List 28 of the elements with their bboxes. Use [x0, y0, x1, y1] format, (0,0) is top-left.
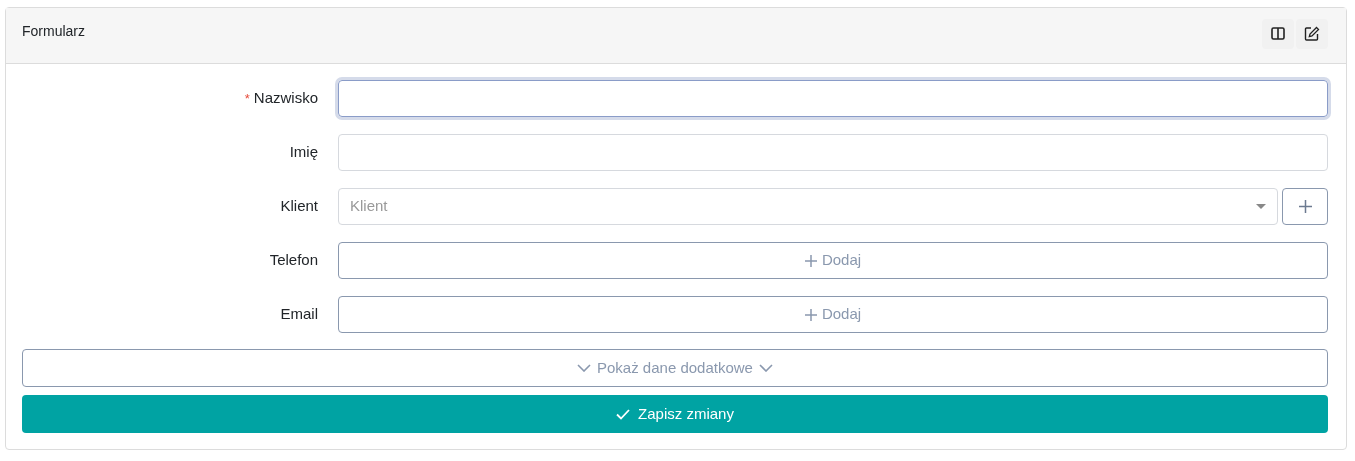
- dropdown-caret-icon: [1256, 204, 1266, 209]
- save-label: Zapisz zmiany: [638, 403, 734, 424]
- check-icon: [616, 408, 631, 420]
- save-button[interactable]: Zapisz zmiany: [22, 395, 1328, 433]
- required-mark: *: [244, 89, 250, 108]
- plus-icon: [804, 308, 817, 321]
- field-label: Imię: [289, 142, 318, 163]
- columns-icon: [1271, 27, 1285, 40]
- panel-title: Formularz: [22, 22, 85, 41]
- show-more-button[interactable]: Pokaż dane dodatkowe: [22, 349, 1328, 387]
- client-select[interactable]: Klient: [338, 188, 1278, 225]
- plus-icon: [1298, 200, 1312, 213]
- field-label: Nazwisko: [253, 88, 318, 109]
- field-label: Klient: [280, 196, 318, 217]
- chevron-down-icon: [577, 364, 591, 372]
- select-placeholder: Klient: [350, 196, 388, 217]
- text-field[interactable]: [338, 80, 1328, 117]
- edit-icon: [1304, 26, 1320, 41]
- field-label: Telefon: [269, 250, 318, 271]
- plus-icon: [804, 254, 817, 267]
- show-more-label: Pokaż dane dodatkowe: [597, 357, 753, 378]
- add-button[interactable]: Dodaj: [338, 296, 1328, 333]
- field-label: Email: [280, 304, 318, 325]
- add-client-button[interactable]: [1282, 188, 1328, 225]
- chevron-down-icon: [758, 364, 773, 372]
- add-button[interactable]: Dodaj: [338, 242, 1328, 279]
- edit-button[interactable]: [1296, 18, 1328, 49]
- columns-button[interactable]: [1262, 18, 1294, 49]
